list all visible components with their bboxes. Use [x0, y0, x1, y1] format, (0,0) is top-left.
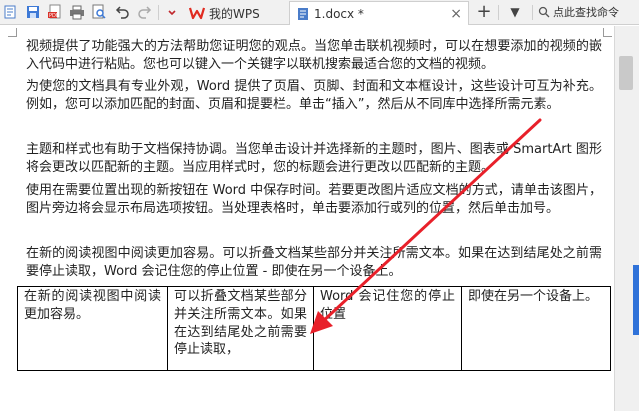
side-panel-toggle[interactable]: [633, 265, 639, 335]
tab-my-wps[interactable]: 我的WPS: [185, 1, 287, 25]
redo-icon[interactable]: [136, 3, 154, 21]
print-icon[interactable]: [68, 3, 86, 21]
export-pdf-icon[interactable]: PDF: [46, 3, 64, 21]
close-icon[interactable]: ×: [450, 6, 462, 22]
undo-icon[interactable]: [113, 3, 131, 21]
quick-access-dropdown-icon[interactable]: [163, 3, 181, 21]
svg-text:PDF: PDF: [49, 13, 59, 19]
tab-document[interactable]: 1.docx * ×: [289, 1, 469, 25]
save-icon[interactable]: [24, 3, 42, 21]
toolbar-separator: [158, 5, 159, 20]
document-page[interactable]: 视频提供了功能强大的方法帮助您证明您的观点。当您单击联机视频时，可以在想要添加的…: [0, 26, 614, 411]
tab-label: 我的WPS: [209, 6, 260, 21]
annotation-arrow: [310, 118, 542, 334]
print-preview-icon[interactable]: [90, 3, 108, 21]
add-tab-icon[interactable]: +: [474, 2, 494, 22]
app-menu-icon[interactable]: [2, 3, 20, 21]
toolbar-separator: [532, 5, 533, 20]
tab-label: 1.docx *: [314, 6, 364, 21]
wps-logo-icon: [189, 6, 205, 20]
toolbar-separator: [498, 5, 499, 20]
command-search[interactable]: 点此查找命令: [538, 2, 639, 22]
more-tabs-icon[interactable]: ▼: [505, 2, 525, 22]
document-icon: [296, 7, 310, 21]
vertical-scrollbar[interactable]: [614, 26, 639, 411]
search-icon: [538, 6, 550, 18]
search-label: 点此查找命令: [553, 6, 619, 19]
title-bar: PDF 我的WPS 1.docx * × + ▼ 点此查找命令: [0, 0, 639, 25]
scrollbar-thumb[interactable]: [619, 56, 633, 90]
